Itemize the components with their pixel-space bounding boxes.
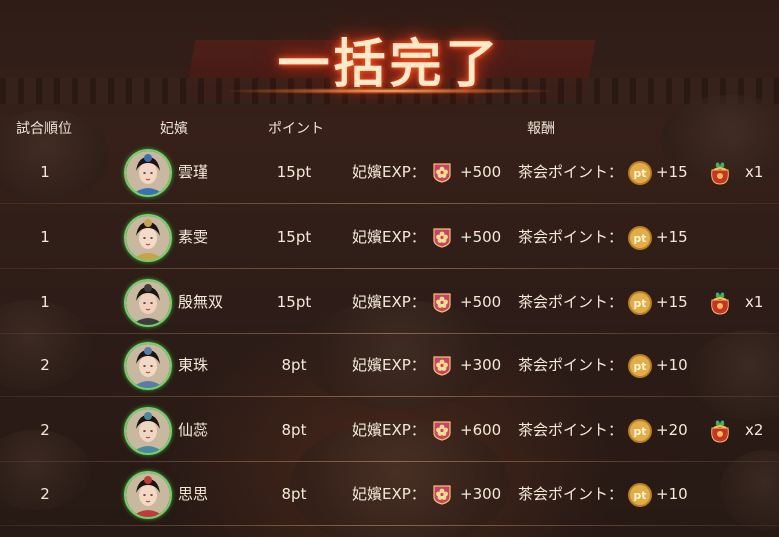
tea-points-label: 茶会ポイント： <box>518 485 624 503</box>
header-rank: 試合順位 <box>16 121 72 137</box>
table-row: 2 仙蕊 8pt 妃嬪EXP： +600 茶会ポイント： pt +20 x2 <box>0 398 779 462</box>
consort-avatar[interactable] <box>124 471 172 519</box>
row-rank: 2 <box>40 421 50 439</box>
exp-label: 妃嬪EXP： <box>352 356 426 374</box>
table-row: 2 東珠 8pt 妃嬪EXP： +300 茶会ポイント： pt +10 <box>0 333 779 397</box>
tea-points-label: 茶会ポイント： <box>518 293 624 311</box>
exp-value: +300 <box>460 485 502 503</box>
consort-name: 東珠 <box>178 356 209 374</box>
header-reward: 報酬 <box>527 121 555 137</box>
tea-points-value: +15 <box>656 293 688 311</box>
tea-points-value: +10 <box>656 356 688 374</box>
consort-exp-icon <box>431 291 453 313</box>
pt-coin-icon: pt <box>627 160 653 186</box>
exp-value: +500 <box>460 163 502 181</box>
exp-value: +500 <box>460 293 502 311</box>
exp-value: +600 <box>460 421 502 439</box>
exp-value: +500 <box>460 228 502 246</box>
pt-coin-icon: pt <box>627 225 653 251</box>
table-row: 1 殷無双 15pt 妃嬪EXP： +500 茶会ポイント： pt +15 x1 <box>0 270 779 334</box>
consort-exp-icon <box>431 161 453 183</box>
consort-name: 仙蕊 <box>178 421 209 439</box>
gift-bag-icon <box>706 416 734 444</box>
exp-label: 妃嬪EXP： <box>352 293 426 311</box>
tea-points-label: 茶会ポイント： <box>518 356 624 374</box>
exp-label: 妃嬪EXP： <box>352 485 426 503</box>
pt-coin-icon: pt <box>627 482 653 508</box>
pt-coin-text: pt <box>633 489 646 502</box>
consort-name: 殷無双 <box>178 293 224 311</box>
pt-coin-text: pt <box>633 167 646 180</box>
pt-coin-icon: pt <box>627 290 653 316</box>
consort-name: 雲瑾 <box>178 163 209 181</box>
exp-label: 妃嬪EXP： <box>352 228 426 246</box>
row-divider <box>0 525 779 526</box>
title-glow <box>230 88 550 94</box>
consort-avatar[interactable] <box>124 214 172 262</box>
gift-bag-icon <box>706 158 734 186</box>
row-divider <box>0 268 779 269</box>
consort-exp-icon <box>431 226 453 248</box>
tea-points-value: +10 <box>656 485 688 503</box>
row-points: 15pt <box>276 293 312 311</box>
header-points: ポイント <box>268 121 324 137</box>
pt-coin-text: pt <box>633 360 646 373</box>
exp-label: 妃嬪EXP： <box>352 163 426 181</box>
tea-points-value: +20 <box>656 421 688 439</box>
tea-points-label: 茶会ポイント： <box>518 163 624 181</box>
pt-coin-text: pt <box>633 425 646 438</box>
header-consort: 妃嬪 <box>160 121 188 137</box>
row-divider <box>0 396 779 397</box>
table-row: 1 雲瑾 15pt 妃嬪EXP： +500 茶会ポイント： pt +15 x1 <box>0 140 779 204</box>
consort-name: 素雯 <box>178 228 209 246</box>
table-row: 2 思思 8pt 妃嬪EXP： +300 茶会ポイント： pt +10 <box>0 462 779 526</box>
row-points: 15pt <box>276 163 312 181</box>
row-rank: 2 <box>40 356 50 374</box>
gift-bag-icon <box>706 288 734 316</box>
page-title: 一括完了 <box>277 34 502 95</box>
exp-label: 妃嬪EXP： <box>352 421 426 439</box>
tea-points-label: 茶会ポイント： <box>518 228 624 246</box>
consort-name: 思思 <box>178 485 209 503</box>
exp-value: +300 <box>460 356 502 374</box>
row-rank: 1 <box>40 293 50 311</box>
consort-avatar[interactable] <box>124 342 172 390</box>
pt-coin-icon: pt <box>627 418 653 444</box>
pt-coin-text: pt <box>633 297 646 310</box>
pt-coin-icon: pt <box>627 353 653 379</box>
gift-bag-count: x2 <box>745 421 764 439</box>
row-points: 15pt <box>276 228 312 246</box>
consort-avatar[interactable] <box>124 407 172 455</box>
gift-bag-count: x1 <box>745 163 764 181</box>
row-points: 8pt <box>281 421 307 439</box>
row-points: 8pt <box>281 356 307 374</box>
tea-points-value: +15 <box>656 163 688 181</box>
consort-avatar[interactable] <box>124 149 172 197</box>
tea-points-value: +15 <box>656 228 688 246</box>
row-rank: 2 <box>40 485 50 503</box>
tea-points-label: 茶会ポイント： <box>518 421 624 439</box>
pt-coin-text: pt <box>633 232 646 245</box>
consort-exp-icon <box>431 354 453 376</box>
row-divider <box>0 203 779 204</box>
consort-avatar[interactable] <box>124 279 172 327</box>
table-header: 試合順位 妃嬪 ポイント 報酬 <box>0 112 779 142</box>
row-rank: 1 <box>40 228 50 246</box>
row-rank: 1 <box>40 163 50 181</box>
table-row: 1 素雯 15pt 妃嬪EXP： +500 茶会ポイント： pt +15 <box>0 205 779 269</box>
row-points: 8pt <box>281 485 307 503</box>
consort-exp-icon <box>431 483 453 505</box>
consort-exp-icon <box>431 419 453 441</box>
gift-bag-count: x1 <box>745 293 764 311</box>
